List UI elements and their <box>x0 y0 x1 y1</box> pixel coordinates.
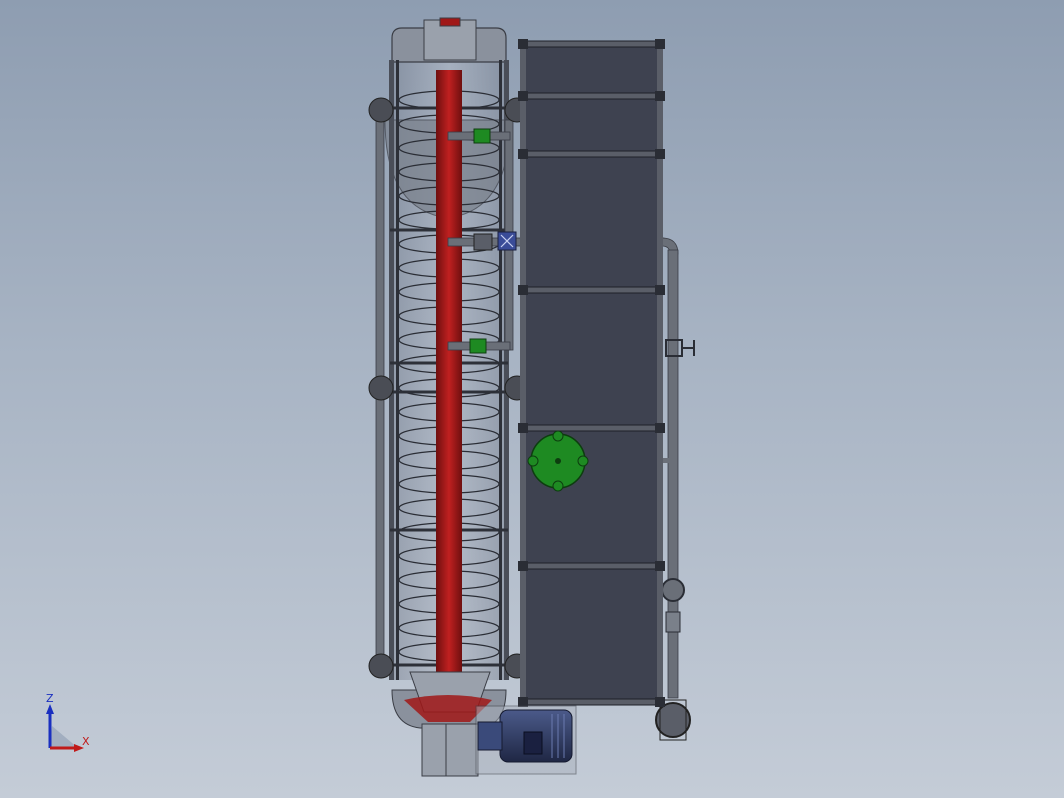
tank-corner-bracket <box>655 697 665 707</box>
agitator-lug-bottom <box>552 480 564 492</box>
tank-panel-rib <box>519 424 664 432</box>
flow-meter <box>665 611 681 633</box>
motor-shaft-coupling <box>477 721 503 751</box>
bottom-pump <box>655 702 691 738</box>
motor-terminal-box <box>523 731 543 755</box>
tank-corner-bracket <box>655 39 665 49</box>
drive-housing <box>421 723 479 777</box>
lug-top-left <box>368 97 394 123</box>
tank-panel-rib <box>519 150 664 158</box>
tank-corner-bracket <box>518 423 528 433</box>
top-inlet-cap <box>439 17 461 27</box>
tank-corner-bracket <box>518 149 528 159</box>
tank-corner-bracket <box>518 91 528 101</box>
tank-body <box>523 43 661 703</box>
agitator-lug-top <box>552 430 564 442</box>
tank-panel-rib <box>519 40 664 48</box>
lug-bottom-left <box>368 653 394 679</box>
screw-shaft <box>436 70 462 690</box>
tank-panel-rib <box>519 286 664 294</box>
tank-panel-rib <box>519 92 664 100</box>
tank-corner-bracket <box>655 561 665 571</box>
green-valve-upper[interactable] <box>473 128 491 144</box>
tank-panel-rib <box>519 698 664 706</box>
tank-corner-bracket <box>655 149 665 159</box>
triad-z-label: Z <box>46 692 54 705</box>
triad-z-arrow <box>46 704 54 714</box>
lug-mid-left <box>368 375 394 401</box>
tank-corner-bracket <box>655 91 665 101</box>
tank-panel-rib <box>519 562 664 570</box>
pressure-gauge <box>661 578 685 602</box>
agitator-lug-right <box>577 455 589 467</box>
tank-corner-bracket <box>655 285 665 295</box>
green-valve-lower[interactable] <box>469 338 487 354</box>
gate-valve-middle[interactable] <box>473 233 493 251</box>
model-viewport[interactable]: Z X <box>0 0 1064 798</box>
triad-plane <box>50 726 78 748</box>
frame-rail-left <box>389 60 394 680</box>
tank-frame-left <box>520 44 526 702</box>
drive-motor[interactable] <box>475 705 577 775</box>
frame-rail-left-outer <box>396 60 399 680</box>
agitator-lug-left <box>527 455 539 467</box>
tank-corner-bracket <box>518 39 528 49</box>
triad-x-label: X <box>82 735 90 748</box>
tank-corner-bracket <box>655 423 665 433</box>
tank-corner-bracket <box>518 561 528 571</box>
storage-tank <box>518 39 665 707</box>
coordinate-triad: Z X <box>46 692 90 752</box>
tank-corner-bracket <box>518 285 528 295</box>
frame-rail-right-outer <box>499 60 502 680</box>
tank-frame-right <box>657 44 663 702</box>
